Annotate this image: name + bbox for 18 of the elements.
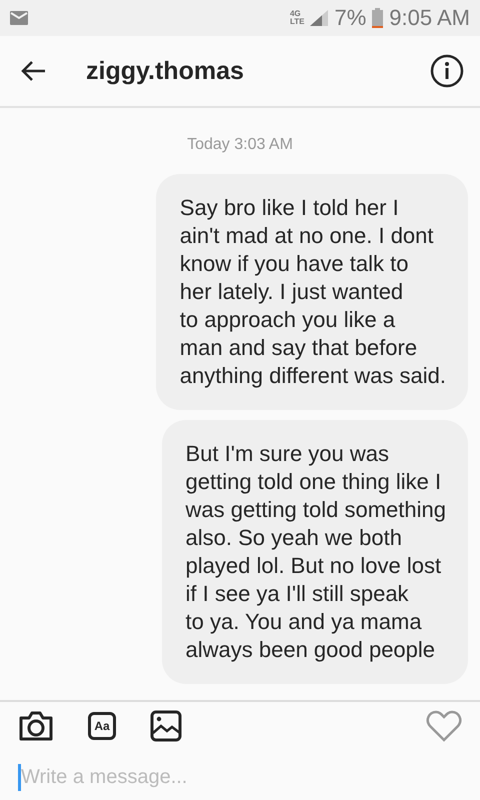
message-bubble: But I'm sure you was getting told one thing like I was getting told something also. So yeah we both played lol. But no love lost if I see ya I'll still speak to ya. You and ya mama always been good people	[162, 420, 468, 684]
back-button[interactable]	[20, 60, 46, 82]
network-type-label: LTE	[290, 18, 304, 26]
mail-icon	[10, 11, 28, 25]
message-timestamp: Today 3:03 AM	[187, 136, 293, 154]
message-bubble: Say bro like I told her I ain't mad at no one. I dont know if you have talk to her lately. I just wanted to approach you like a man and say that before anything different was said.	[156, 174, 468, 410]
camera-button[interactable]	[18, 710, 54, 742]
text-style-button[interactable]: Aa	[88, 712, 116, 740]
message-input[interactable]: Write a message...	[18, 764, 462, 791]
battery-icon	[372, 8, 384, 28]
info-button[interactable]	[430, 54, 464, 88]
clock: 9:05 AM	[389, 5, 470, 31]
heart-button[interactable]	[426, 710, 462, 742]
chat-title: ziggy.thomas	[86, 56, 244, 86]
signal-icon	[310, 10, 328, 26]
network-label: 4G	[290, 10, 302, 18]
gallery-button[interactable]	[150, 710, 182, 742]
battery-percent: 7%	[334, 5, 366, 31]
